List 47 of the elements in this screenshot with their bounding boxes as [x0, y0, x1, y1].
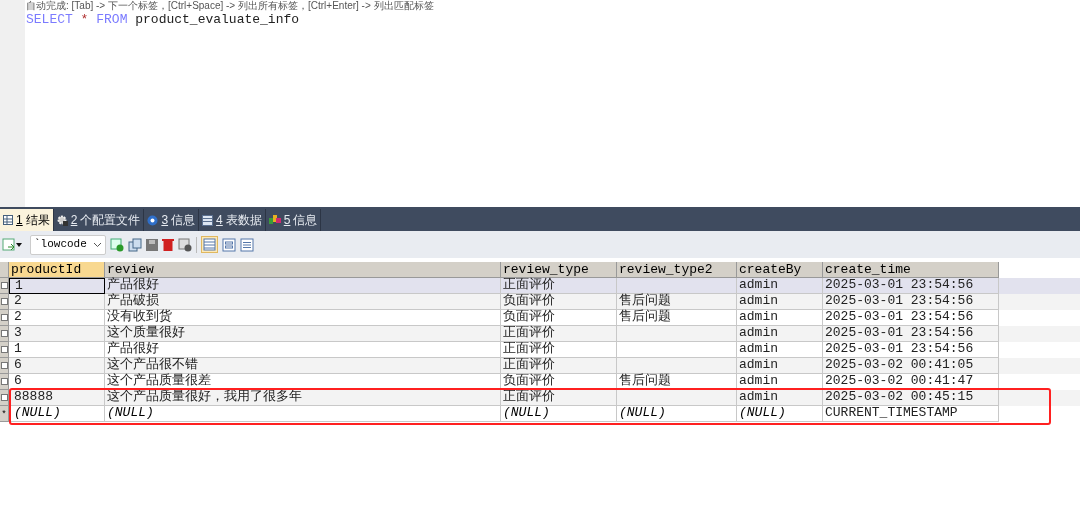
result-tab[interactable]: 1 结果 [0, 209, 54, 231]
header-corner [0, 262, 9, 278]
add-row-icon[interactable] [110, 237, 124, 252]
trash-icon[interactable] [162, 238, 174, 251]
row-checkbox[interactable] [0, 346, 8, 353]
cancel-icon[interactable] [178, 237, 192, 252]
row-checkbox[interactable] [0, 378, 8, 385]
row-checkbox[interactable] [0, 362, 8, 369]
copy-icon[interactable] [128, 237, 142, 252]
table-cell: (NULL) [501, 406, 617, 422]
table-cell: (NULL) [737, 406, 823, 422]
column-header[interactable]: review [105, 262, 501, 278]
table-row[interactable]: 3 这个质量很好 正面评价 admin 2025-03-01 23:54:56 [0, 326, 1080, 342]
row-checkbox[interactable] [0, 394, 8, 401]
form-view-icon[interactable] [222, 237, 236, 252]
column-header[interactable]: createBy [737, 262, 823, 278]
gear-icon [56, 214, 68, 226]
table-cell: CURRENT_TIMESTAMP [823, 406, 999, 422]
new-row-marker: * [2, 409, 6, 418]
column-header[interactable]: create_time [823, 262, 999, 278]
table-row[interactable]: 1 产品很好 正面评价 admin 2025-03-01 23:54:56 [0, 278, 1080, 294]
save-icon[interactable] [146, 238, 158, 251]
row-checkbox[interactable] [0, 330, 8, 337]
row-checkbox[interactable] [0, 298, 8, 305]
table-row[interactable]: 2 产品破损 负面评价 售后问题 admin 2025-03-01 23:54:56 [0, 294, 1080, 310]
table-cell: (NULL) [105, 406, 501, 422]
grid-icon [3, 215, 13, 225]
autocomplete-hint: 自动完成: [Tab] -> 下一个标签，[Ctrl+Space] -> 列出所有标签，[Ctrl+Enter] -> 列出匹配标签 [26, 0, 434, 12]
table-cell: (NULL) [617, 406, 737, 422]
table-cell: (NULL) [9, 406, 105, 422]
row-checkbox[interactable] [0, 314, 8, 321]
export-icon[interactable] [2, 237, 22, 252]
database-dropdown[interactable]: `lowcode [30, 234, 106, 255]
info-icon [147, 214, 159, 226]
table-row[interactable]: 6 这个产品很不错 正面评价 admin 2025-03-02 00:41:05 [0, 358, 1080, 374]
table-icon [202, 214, 214, 226]
table-cell: 1 [9, 278, 105, 294]
table-row[interactable]: 88888 这个产品质量很好，我用了很多年 正面评价 admin 2025-03-02 00:45:15 [0, 390, 1080, 406]
text-view-icon[interactable] [240, 237, 254, 252]
column-header[interactable]: productId [9, 262, 105, 278]
sql-query: SELECT * FROM product_evaluate_info [26, 12, 301, 27]
row-checkbox[interactable] [0, 282, 8, 289]
chevron-down-icon [93, 241, 102, 248]
grid-view-icon[interactable] [201, 236, 218, 253]
blocks-icon [268, 215, 281, 225]
column-header[interactable]: review_type2 [617, 262, 737, 278]
column-header[interactable]: review_type [501, 262, 617, 278]
